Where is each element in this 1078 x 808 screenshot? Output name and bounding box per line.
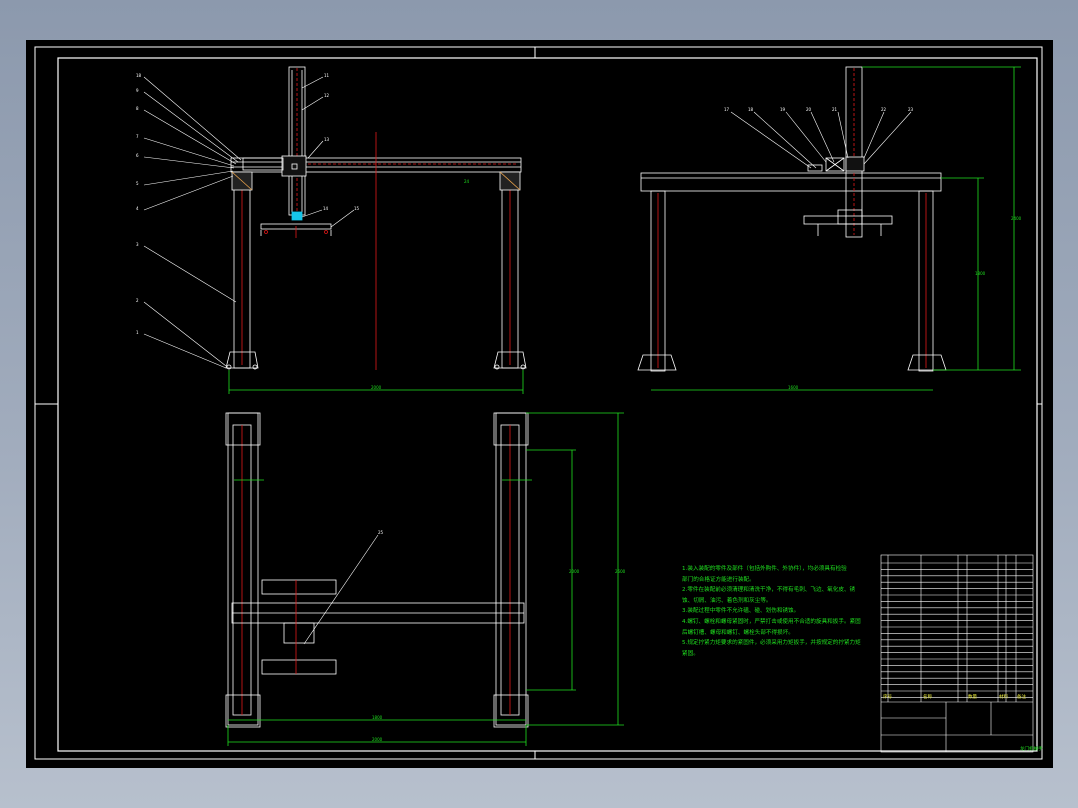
svg-text:3: 3 <box>136 242 139 247</box>
svg-text:2: 2 <box>136 298 139 303</box>
parts-header-seq: 序号 <box>883 695 892 700</box>
note-line: 紧固。 <box>682 650 699 657</box>
note-line: 蚀、切屑、油污、着色剂和灰尘等。 <box>682 597 772 604</box>
svg-text:1600: 1600 <box>788 385 799 390</box>
svg-text:2400: 2400 <box>1011 216 1022 221</box>
svg-text:13: 13 <box>324 137 330 142</box>
cad-drawing-canvas[interactable]: 24 2000 1898 765 432 1 111213 14 15 1600… <box>26 40 1053 768</box>
note-line: 2.零件在装配前必须清理和清洗干净，不得有毛刺、飞边、氧化皮、锈 <box>682 587 856 594</box>
svg-text:23: 23 <box>908 107 914 112</box>
parts-list <box>880 554 1034 753</box>
svg-text:2000: 2000 <box>372 737 383 742</box>
svg-text:4: 4 <box>136 206 139 211</box>
svg-text:2000: 2000 <box>371 385 382 390</box>
sheet-frame <box>57 57 1038 752</box>
sheet-border <box>34 46 1043 760</box>
note-line: 1.装入装配的零件及部件（包括外购件、外协件），均必须具有检验 <box>682 566 847 572</box>
side-view: 1600 2400 1800 17 18 19 20 21 22 23 <box>637 66 1022 391</box>
svg-text:22: 22 <box>881 107 887 112</box>
svg-text:7: 7 <box>136 134 139 139</box>
svg-text:2000: 2000 <box>569 569 580 574</box>
note-line: 部门的合格证方能进行装配。 <box>682 576 755 583</box>
parts-header-name: 名称 <box>923 695 932 700</box>
svg-text:1800: 1800 <box>975 271 986 276</box>
svg-text:11: 11 <box>324 73 330 78</box>
svg-text:15: 15 <box>354 206 360 211</box>
parts-header-material: 材料 <box>999 695 1008 700</box>
svg-text:14: 14 <box>323 206 329 211</box>
svg-text:21: 21 <box>832 107 838 112</box>
svg-text:1800: 1800 <box>372 715 383 720</box>
parts-header-remark: 备注 <box>1017 695 1026 700</box>
svg-text:12: 12 <box>324 93 330 98</box>
note-line: 5.规定拧紧力矩要求的紧固件，必须采用力矩扳手，并按规定的拧紧力矩 <box>682 640 861 647</box>
svg-text:24: 24 <box>464 179 470 184</box>
svg-text:18: 18 <box>136 73 142 78</box>
parts-header-qty: 数量 <box>968 695 977 700</box>
front-view: 24 2000 1898 765 432 1 111213 14 15 <box>136 66 527 394</box>
note-line: 后螺钉槽、螺母和螺钉、螺栓头部不得损坏。 <box>682 629 794 636</box>
svg-text:20: 20 <box>806 107 812 112</box>
top-view: 2000 1800 2600 2000 25 <box>225 412 626 746</box>
svg-text:18: 18 <box>748 107 754 112</box>
drawing-title: 龙门机械手 <box>1020 747 1043 752</box>
svg-text:2600: 2600 <box>615 569 626 574</box>
svg-text:6: 6 <box>136 153 139 158</box>
svg-text:25: 25 <box>378 530 384 535</box>
svg-text:19: 19 <box>780 107 786 112</box>
svg-text:17: 17 <box>724 107 730 112</box>
svg-text:9: 9 <box>136 88 139 93</box>
note-line: 4.螺钉、螺栓和螺母紧固时，严禁打击或使用不合适的旋具和扳手。紧固 <box>682 618 861 625</box>
note-line: 3.装配过程中零件不允许磕、碰、划伤和锈蚀。 <box>682 608 800 615</box>
cad-model-space[interactable]: 24 2000 18 9 8 7 6 5 4 3 2 1 11 12 13 14… <box>26 40 1053 768</box>
svg-text:8: 8 <box>136 106 139 111</box>
technical-requirements-notes: 1.装入装配的零件及部件（包括外购件、外协件），均必须具有检验 部门的合格证方能… <box>682 564 868 659</box>
svg-text:5: 5 <box>136 181 139 186</box>
svg-text:1: 1 <box>136 330 139 335</box>
